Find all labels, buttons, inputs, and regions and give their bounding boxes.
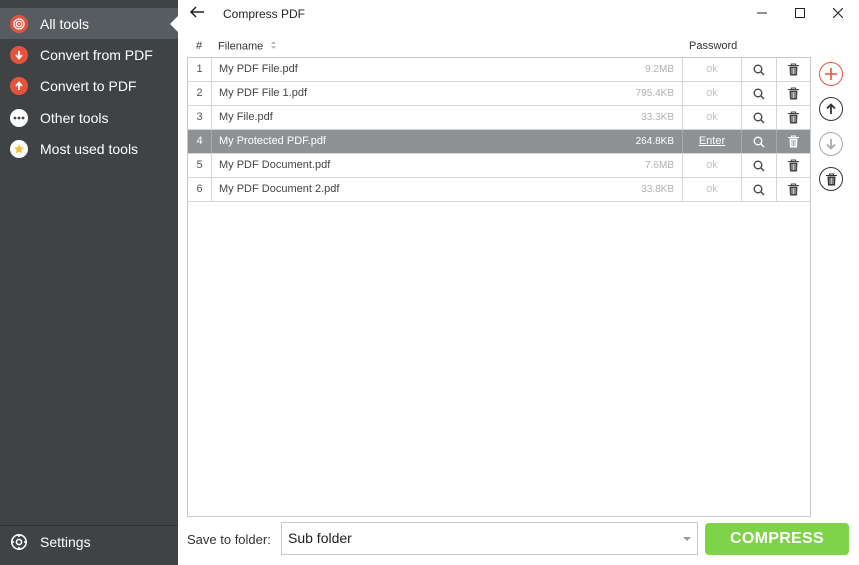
move-up-button[interactable]: [819, 97, 843, 121]
minimize-button[interactable]: [751, 3, 773, 23]
sidebar-item-convert-to-pdf[interactable]: Convert to PDF: [0, 70, 178, 101]
row-password-status: ok: [683, 106, 742, 129]
row-number: 6: [188, 178, 212, 201]
row-password-status: ok: [683, 178, 742, 201]
trash-icon[interactable]: [777, 130, 810, 153]
sidebar-item-label: Most used tools: [40, 140, 139, 157]
row-filesize: 33.3KB: [641, 112, 674, 123]
row-filesize: 264.8KB: [635, 136, 674, 147]
column-header-num: #: [196, 40, 203, 52]
row-number: 1: [188, 58, 212, 81]
sidebar-item-label: All tools: [40, 15, 90, 32]
titlebar: Compress PDF: [178, 0, 859, 28]
row-filename: My PDF File.pdf: [219, 63, 298, 75]
table-row[interactable]: 1 My PDF File.pdf 9.2MB ok: [188, 58, 810, 82]
trash-icon[interactable]: [777, 106, 810, 129]
active-indicator: [170, 16, 178, 32]
trash-icon: [825, 172, 837, 185]
row-filesize: 9.2MB: [645, 64, 674, 75]
sidebar-item-most-used-tools[interactable]: Most used tools: [0, 133, 178, 164]
arrow-down-icon: [826, 139, 836, 150]
gear-icon: [10, 533, 28, 551]
sidebar-item-label: Convert from PDF: [40, 46, 153, 63]
row-filename-cell: My PDF File.pdf 9.2MB: [212, 58, 683, 81]
folder-select-value: Sub folder: [288, 530, 352, 546]
trash-icon[interactable]: [777, 178, 810, 201]
column-header-filename-label: Filename: [218, 40, 264, 53]
search-icon[interactable]: [742, 58, 777, 81]
row-filename-cell: My PDF Document.pdf 7.6MB: [212, 154, 683, 177]
sidebar-item-all-tools[interactable]: All tools: [0, 8, 178, 39]
table-row[interactable]: 5 My PDF Document.pdf 7.6MB ok: [188, 154, 810, 178]
chevron-down-icon: [683, 537, 691, 541]
sidebar: All tools Convert from PDF Convert to PD…: [0, 0, 178, 565]
search-icon[interactable]: [742, 130, 777, 153]
move-down-button[interactable]: [819, 132, 843, 156]
sidebar-item-convert-from-pdf[interactable]: Convert from PDF: [0, 39, 178, 70]
search-icon[interactable]: [742, 106, 777, 129]
row-number: 3: [188, 106, 212, 129]
row-filesize: 33.8KB: [641, 184, 674, 195]
compress-button[interactable]: COMPRESS: [705, 523, 849, 555]
search-icon[interactable]: [742, 178, 777, 201]
all-tools-icon: [10, 14, 28, 33]
table-row[interactable]: 6 My PDF Document 2.pdf 33.8KB ok: [188, 178, 810, 202]
maximize-button[interactable]: [789, 3, 811, 23]
row-filename: My PDF Document 2.pdf: [219, 183, 340, 195]
row-filename: My PDF File 1.pdf: [219, 87, 308, 99]
row-filename: My File.pdf: [219, 111, 273, 123]
folder-select[interactable]: Sub folder: [281, 522, 698, 555]
remove-all-button[interactable]: [819, 167, 843, 191]
other-tools-icon: [10, 108, 28, 127]
trash-icon[interactable]: [777, 82, 810, 105]
convert-to-pdf-icon: [10, 76, 28, 95]
convert-from-pdf-icon: [10, 45, 28, 64]
row-filename: My Protected PDF.pdf: [219, 135, 326, 147]
table-row[interactable]: 2 My PDF File 1.pdf 795.4KB ok: [188, 82, 810, 106]
search-icon[interactable]: [742, 154, 777, 177]
sidebar-item-label: Other tools: [40, 109, 109, 126]
column-header-filename[interactable]: Filename: [218, 40, 277, 53]
row-filename-cell: My Protected PDF.pdf 264.8KB: [212, 130, 683, 153]
close-button[interactable]: [827, 3, 849, 23]
row-filename-cell: My File.pdf 33.3KB: [212, 106, 683, 129]
plus-icon: [825, 68, 837, 80]
row-filename-cell: My PDF Document 2.pdf 33.8KB: [212, 178, 683, 201]
back-arrow-icon[interactable]: [188, 4, 208, 22]
settings-label: Settings: [40, 533, 91, 550]
table-row[interactable]: 3 My File.pdf 33.3KB ok: [188, 106, 810, 130]
row-number: 2: [188, 82, 212, 105]
arrow-up-icon: [826, 103, 836, 114]
trash-icon[interactable]: [777, 58, 810, 81]
row-password-status: ok: [683, 58, 742, 81]
row-filename-cell: My PDF File 1.pdf 795.4KB: [212, 82, 683, 105]
row-number: 5: [188, 154, 212, 177]
enter-password-link[interactable]: Enter: [683, 130, 742, 153]
page-title: Compress PDF: [223, 7, 306, 21]
row-filename: My PDF Document.pdf: [219, 159, 331, 171]
row-filesize: 795.4KB: [635, 88, 674, 99]
row-number: 4: [188, 130, 212, 153]
file-table: 1 My PDF File.pdf 9.2MB ok 2 My PDF File…: [187, 57, 811, 517]
star-icon: [10, 139, 28, 158]
search-icon[interactable]: [742, 82, 777, 105]
row-password-status: ok: [683, 82, 742, 105]
row-password-status: ok: [683, 154, 742, 177]
column-header-password: Password: [689, 40, 738, 52]
row-filesize: 7.6MB: [645, 160, 674, 171]
sort-icon: [270, 40, 277, 53]
sidebar-item-settings[interactable]: Settings: [0, 526, 178, 557]
sidebar-item-label: Convert to PDF: [40, 77, 137, 94]
save-to-folder-label: Save to folder:: [187, 532, 271, 547]
table-row-selected[interactable]: 4 My Protected PDF.pdf 264.8KB Enter: [188, 130, 810, 154]
trash-icon[interactable]: [777, 154, 810, 177]
add-file-button[interactable]: [819, 62, 843, 86]
sidebar-item-other-tools[interactable]: Other tools: [0, 102, 178, 133]
